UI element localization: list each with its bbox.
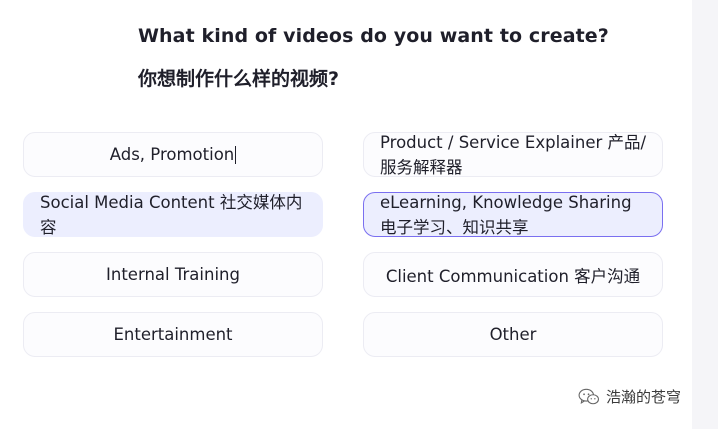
option-client-communication[interactable]: Client Communication 客户沟通 — [363, 252, 663, 297]
video-type-panel: What kind of videos do you want to creat… — [0, 0, 692, 429]
watermark-text: 浩瀚的苍穹 — [606, 388, 682, 406]
option-label: Client Communication 客户沟通 — [385, 266, 641, 286]
option-entertainment[interactable]: Entertainment — [23, 312, 323, 357]
wechat-icon — [578, 388, 599, 404]
option-label: Product / Service Explainer 产品/服务解释器 — [380, 132, 647, 177]
option-internal-training[interactable]: Internal Training — [23, 252, 323, 297]
option-other[interactable]: Other — [363, 312, 663, 357]
option-elearning-knowledge-sharing[interactable]: eLearning, Knowledge Sharing 电子学习、知识共享 — [363, 192, 663, 237]
text-caret — [235, 146, 237, 165]
option-label: Other — [489, 325, 537, 344]
option-label: eLearning, Knowledge Sharing 电子学习、知识共享 — [380, 192, 632, 237]
option-ads-promotion[interactable]: Ads, Promotion — [23, 132, 323, 177]
scroll-gutter — [692, 0, 718, 429]
option-label: Social Media Content 社交媒体内容 — [40, 192, 303, 237]
watermark: 浩瀚的苍穹 — [578, 386, 681, 407]
question-title-chinese: 你想制作什么样的视频? — [138, 68, 340, 90]
question-title-english: What kind of videos do you want to creat… — [138, 25, 609, 47]
option-label: Entertainment — [113, 325, 233, 344]
option-label: Internal Training — [106, 265, 240, 284]
option-label: Ads, Promotion — [109, 144, 237, 165]
option-social-media-content[interactable]: Social Media Content 社交媒体内容 — [23, 192, 323, 237]
option-product-service-explainer[interactable]: Product / Service Explainer 产品/服务解释器 — [363, 132, 663, 177]
